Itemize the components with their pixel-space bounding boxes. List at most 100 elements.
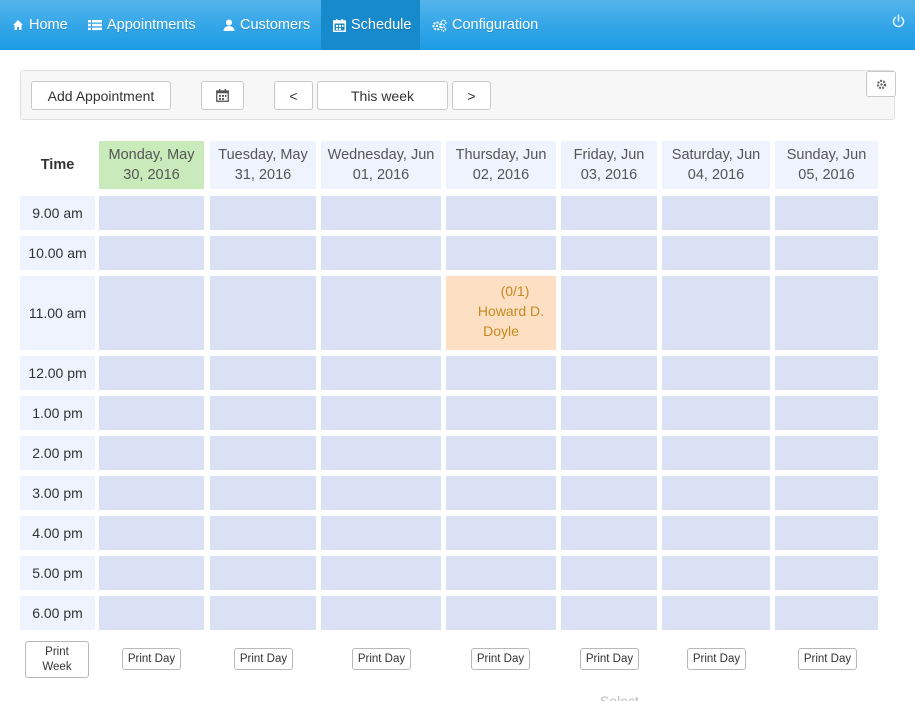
time-slot-label: 5.00 pm	[20, 556, 95, 590]
time-slot-label: 9.00 am	[20, 196, 95, 230]
schedule-cell[interactable]	[662, 596, 770, 630]
schedule-cell[interactable]	[662, 356, 770, 390]
schedule-cell[interactable]	[561, 396, 657, 430]
appointment-block[interactable]: (0/1) Howard D. Doyle	[446, 276, 556, 350]
schedule-cell[interactable]	[662, 476, 770, 510]
schedule-cell[interactable]	[775, 396, 878, 430]
add-appointment-button[interactable]: Add Appointment	[31, 81, 171, 110]
this-week-button[interactable]: This week	[317, 81, 448, 110]
calendar-icon	[216, 89, 229, 102]
time-slot-label: 2.00 pm	[20, 436, 95, 470]
schedule-cell[interactable]	[775, 276, 878, 350]
settings-button[interactable]	[866, 71, 896, 97]
schedule-cell[interactable]	[662, 556, 770, 590]
schedule-cell[interactable]	[662, 236, 770, 270]
schedule-cell[interactable]	[99, 436, 204, 470]
time-column-header: Time	[40, 157, 75, 173]
schedule-cell[interactable]	[446, 436, 556, 470]
schedule-cell[interactable]	[99, 556, 204, 590]
schedule-cell[interactable]	[775, 556, 878, 590]
nav-customers[interactable]: Customers	[223, 0, 310, 50]
print-week-button[interactable]: Print Week	[25, 641, 89, 678]
schedule-cell[interactable]	[561, 516, 657, 550]
list-icon	[88, 20, 102, 31]
print-day-button[interactable]: Print Day	[122, 648, 181, 670]
schedule-cell[interactable]	[321, 516, 441, 550]
schedule-cell[interactable]	[775, 236, 878, 270]
schedule-cell[interactable]	[210, 596, 316, 630]
schedule-cell[interactable]	[210, 356, 316, 390]
schedule-cell[interactable]	[662, 516, 770, 550]
nav-configuration[interactable]: Configuration	[432, 0, 538, 50]
schedule-cell[interactable]	[321, 476, 441, 510]
time-slot-label: 4.00 pm	[20, 516, 95, 550]
schedule-cell[interactable]	[99, 596, 204, 630]
schedule-cell[interactable]	[99, 396, 204, 430]
schedule-cell[interactable]	[210, 556, 316, 590]
schedule-cell[interactable]	[99, 236, 204, 270]
schedule-cell[interactable]	[446, 396, 556, 430]
schedule-cell[interactable]	[210, 516, 316, 550]
nav-schedule-label: Schedule	[351, 17, 412, 33]
nav-schedule[interactable]: Schedule	[321, 0, 420, 50]
schedule-cell[interactable]	[321, 556, 441, 590]
schedule-cell[interactable]	[561, 436, 657, 470]
schedule-cell[interactable]	[321, 276, 441, 350]
schedule-cell[interactable]	[210, 196, 316, 230]
schedule-cell[interactable]	[321, 436, 441, 470]
schedule-cell[interactable]	[775, 196, 878, 230]
schedule-cell[interactable]	[561, 556, 657, 590]
schedule-cell[interactable]	[662, 276, 770, 350]
schedule-cell[interactable]	[446, 236, 556, 270]
schedule-cell[interactable]	[99, 276, 204, 350]
schedule-cell[interactable]	[775, 516, 878, 550]
gear-icon	[876, 79, 886, 89]
schedule-cell[interactable]	[210, 396, 316, 430]
schedule-cell[interactable]	[321, 356, 441, 390]
schedule-cell[interactable]	[662, 196, 770, 230]
schedule-cell[interactable]	[775, 596, 878, 630]
schedule-cell[interactable]	[446, 516, 556, 550]
schedule-cell[interactable]	[561, 236, 657, 270]
schedule-cell[interactable]	[561, 196, 657, 230]
schedule-cell[interactable]	[561, 476, 657, 510]
schedule-cell[interactable]	[446, 356, 556, 390]
schedule-cell[interactable]	[99, 476, 204, 510]
schedule-cell[interactable]	[662, 396, 770, 430]
schedule-cell[interactable]	[321, 236, 441, 270]
nav-home[interactable]: Home	[12, 0, 68, 50]
schedule-cell[interactable]	[662, 436, 770, 470]
schedule-cell[interactable]	[561, 596, 657, 630]
print-day-button[interactable]: Print Day	[798, 648, 857, 670]
next-week-button[interactable]: >	[452, 81, 491, 110]
schedule-cell[interactable]	[775, 476, 878, 510]
print-day-button[interactable]: Print Day	[352, 648, 411, 670]
schedule-cell[interactable]	[99, 516, 204, 550]
schedule-cell[interactable]	[446, 196, 556, 230]
schedule-cell[interactable]	[321, 596, 441, 630]
schedule-cell[interactable]	[321, 196, 441, 230]
schedule-cell[interactable]	[775, 356, 878, 390]
print-day-button[interactable]: Print Day	[234, 648, 293, 670]
schedule-toolbar: Add Appointment < This week >	[20, 70, 896, 120]
schedule-cell[interactable]	[99, 356, 204, 390]
schedule-cell[interactable]	[99, 196, 204, 230]
schedule-cell[interactable]	[775, 436, 878, 470]
nav-appointments[interactable]: Appointments	[88, 0, 196, 50]
schedule-cell[interactable]	[561, 276, 657, 350]
schedule-cell[interactable]	[210, 236, 316, 270]
schedule-cell[interactable]	[210, 276, 316, 350]
schedule-cell[interactable]	[446, 556, 556, 590]
date-picker-button[interactable]	[201, 81, 244, 110]
schedule-cell[interactable]	[321, 396, 441, 430]
schedule-cell[interactable]	[210, 436, 316, 470]
logout-button[interactable]	[892, 14, 905, 31]
print-day-button[interactable]: Print Day	[687, 648, 746, 670]
schedule-cell[interactable]	[561, 356, 657, 390]
print-day-button[interactable]: Print Day	[471, 648, 530, 670]
schedule-cell[interactable]	[446, 476, 556, 510]
schedule-cell[interactable]	[210, 476, 316, 510]
schedule-cell[interactable]	[446, 596, 556, 630]
previous-week-button[interactable]: <	[274, 81, 313, 110]
print-day-button[interactable]: Print Day	[580, 648, 639, 670]
